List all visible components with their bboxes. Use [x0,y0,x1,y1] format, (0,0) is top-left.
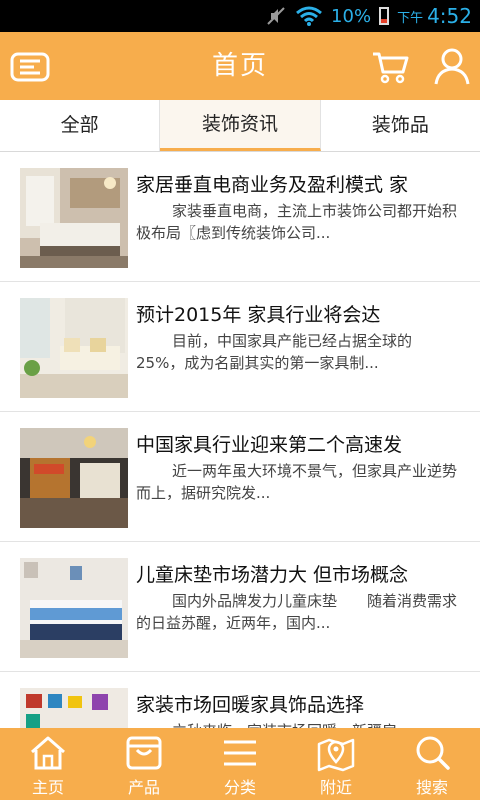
bottom-nav: 主页 产品 分类 附近 搜索 [0,728,480,800]
product-box-icon [126,736,162,770]
nav-label: 附近 [319,778,352,797]
nav-label: 分类 [223,778,256,797]
list-item[interactable]: 中国家具行业迎来第二个高速发 近一两年虽大环境不景气，但家具产业逆势而上，据研究… [0,412,480,542]
news-thumbnail [20,298,128,398]
news-summary: 目前，中国家具产能已经占据全球的25%，成为名副其实的第一家具制... [136,332,413,372]
category-tabs: 全部 装饰资讯 装饰品 [0,100,480,152]
news-thumbnail [20,428,128,528]
news-thumbnail [20,688,128,728]
news-title: 中国家具行业迎来第二个高速发 [136,434,403,456]
news-title: 儿童床垫市场潜力大 但市场概念 [136,564,409,586]
tab-all[interactable]: 全部 [0,100,161,151]
news-thumbnail [20,168,128,268]
news-summary: 国内外品牌发力儿童床垫 随着消费需求的日益苏醒，近两年，国内... [136,592,458,632]
search-icon [416,736,450,770]
news-summary: 近一两年虽大环境不景气，但家具产业逆势而上，据研究院发... [136,462,458,502]
news-summary: 立秋来临，家装市场回暖，新疆房... [136,720,458,728]
map-icon [317,738,355,772]
battery-percent: 10% [331,5,372,27]
app-header: 首页 [0,32,480,100]
nav-search[interactable]: 搜索 [384,728,480,800]
time-ampm: 下午 [397,10,424,26]
nav-products[interactable]: 产品 [96,728,192,800]
list-item[interactable]: 预计2015年 家具行业将会达 目前，中国家具产能已经占据全球的25%，成为名副… [0,282,480,412]
tab-decoration-news[interactable]: 装饰资讯 [160,100,321,151]
list-item[interactable]: 儿童床垫市场潜力大 但市场概念 国内外品牌发力儿童床垫 随着消费需求的日益苏醒，… [0,542,480,672]
list-item[interactable]: 家居垂直电商业务及盈利模式 家 家装垂直电商，主流上市装饰公司都开始积极布局〖虑… [0,152,480,282]
nav-category[interactable]: 分类 [192,728,288,800]
nav-home[interactable]: 主页 [0,728,96,800]
news-title: 预计2015年 家具行业将会达 [136,304,381,326]
nav-label: 产品 [127,778,160,797]
home-icon [31,736,65,770]
news-title: 家居垂直电商业务及盈利模式 家 [136,174,409,196]
news-summary: 家装垂直电商，主流上市装饰公司都开始积极布局〖虑到传统装饰公司... [136,202,458,242]
user-icon[interactable] [432,46,472,86]
tab-decorations[interactable]: 装饰品 [321,100,480,151]
news-list: 家居垂直电商业务及盈利模式 家 家装垂直电商，主流上市装饰公司都开始积极布局〖虑… [0,152,480,728]
wifi-icon [296,6,323,26]
clock: 4:52 [427,4,472,28]
cart-icon[interactable] [370,46,410,86]
category-icon [224,740,256,766]
battery-icon [379,7,390,25]
news-thumbnail [20,558,128,658]
list-item[interactable]: 家装市场回暖家具饰品选择 立秋来临，家装市场回暖，新疆房... [0,672,480,728]
nav-label: 主页 [31,778,64,797]
mute-icon [267,7,285,25]
nav-label: 搜索 [415,778,448,797]
news-title: 家装市场回暖家具饰品选择 [136,694,365,716]
status-bar: 10% 下午 4:52 [0,0,480,32]
nav-nearby[interactable]: 附近 [288,728,384,800]
